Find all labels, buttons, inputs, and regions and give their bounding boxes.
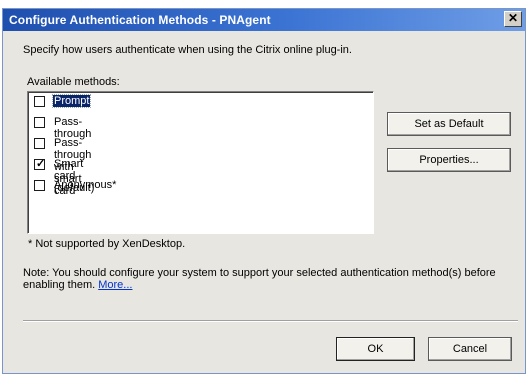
check-icon: ✓ — [36, 158, 46, 170]
methods-listbox[interactable]: Prompt Pass-through Pass-through with sm… — [27, 91, 374, 234]
note-text: Note: You should configure your system t… — [23, 267, 513, 291]
method-label: Anonymous* — [54, 179, 117, 191]
title-bar[interactable]: Configure Authentication Methods - PNAge… — [3, 9, 525, 31]
available-methods-label: Available methods: — [27, 76, 120, 88]
footnote-text: * Not supported by XenDesktop. — [28, 238, 186, 250]
checkbox-pass-through-smart-card[interactable] — [34, 138, 45, 149]
checkbox-anonymous[interactable] — [34, 180, 45, 191]
more-link[interactable]: More... — [98, 279, 132, 291]
close-button[interactable]: ✕ — [504, 11, 522, 27]
checkbox-smart-card[interactable]: ✓ — [34, 158, 46, 170]
ok-button[interactable]: OK — [336, 337, 415, 361]
close-icon: ✕ — [507, 11, 519, 25]
cancel-button[interactable]: Cancel — [428, 337, 512, 361]
method-label: Prompt — [51, 94, 92, 108]
checkbox-pass-through[interactable] — [34, 117, 45, 128]
window-title: Configure Authentication Methods - PNAge… — [9, 13, 271, 27]
note-body: Note: You should configure your system t… — [23, 267, 496, 291]
checkbox-prompt[interactable] — [34, 96, 45, 107]
description-text: Specify how users authenticate when usin… — [23, 44, 352, 56]
properties-button[interactable]: Properties... — [387, 148, 511, 172]
set-as-default-button[interactable]: Set as Default — [387, 112, 511, 136]
separator — [23, 320, 518, 322]
